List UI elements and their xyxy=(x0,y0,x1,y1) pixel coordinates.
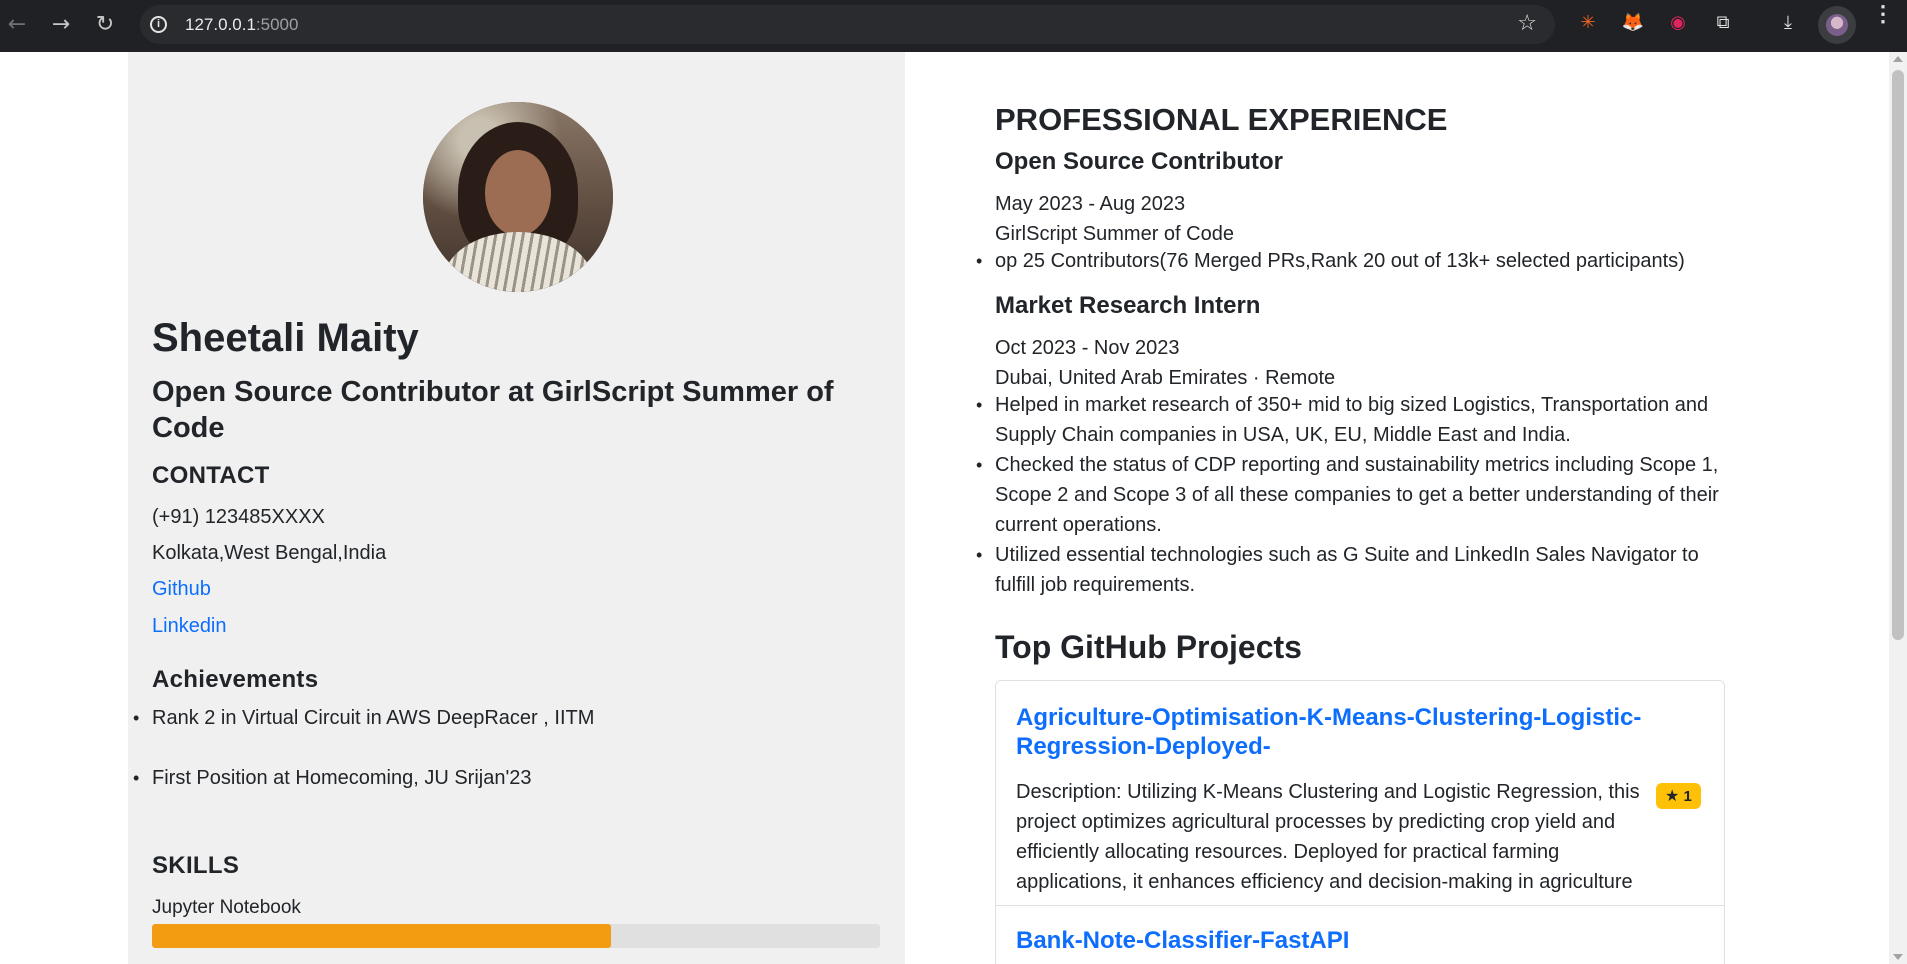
star-count-badge: ★ 1 xyxy=(1656,783,1701,809)
linkedin-link[interactable]: Linkedin xyxy=(152,615,227,638)
profile-avatar[interactable] xyxy=(1818,6,1856,44)
forward-icon[interactable]: → xyxy=(46,10,76,40)
achievement-item: Rank 2 in Virtual Circuit in AWS DeepRac… xyxy=(133,706,852,730)
back-icon[interactable]: ← xyxy=(2,10,32,40)
sidebar: Sheetali Maity Open Source Contributor a… xyxy=(128,52,905,964)
profile-headline: Open Source Contributor at GirlScript Su… xyxy=(152,376,834,444)
job-bullets: Helped in market research of 350+ mid to… xyxy=(976,390,1725,600)
job-title: Market Research Intern xyxy=(995,292,1261,319)
job-bullet: Utilized essential technologies such as … xyxy=(976,540,1725,600)
profile-name: Sheetali Maity xyxy=(152,316,419,360)
star-count: 1 xyxy=(1683,788,1692,805)
job-bullet: Checked the status of CDP reporting and … xyxy=(976,450,1725,540)
bookmark-star-icon[interactable]: ☆ xyxy=(1517,11,1537,36)
contact-heading: CONTACT xyxy=(152,462,270,489)
main-content: PROFESSIONAL EXPERIENCE Open Source Cont… xyxy=(976,52,1725,964)
experience-heading: PROFESSIONAL EXPERIENCE xyxy=(995,102,1448,137)
reload-icon[interactable]: ↻ xyxy=(90,10,120,40)
address-bar[interactable]: i 127.0.0.1:5000 ☆ xyxy=(140,5,1555,44)
job-bullet: op 25 Contributors(76 Merged PRs,Rank 20… xyxy=(976,246,1725,276)
achievements-list: Rank 2 in Virtual Circuit in AWS DeepRac… xyxy=(133,706,852,826)
github-link[interactable]: Github xyxy=(152,578,211,601)
extension-1-icon[interactable]: ✳ xyxy=(1575,10,1601,36)
metamask-icon[interactable]: 🦊 xyxy=(1620,10,1646,36)
menu-icon[interactable]: ⋮ xyxy=(1872,3,1894,42)
job-bullet: Helped in market research of 350+ mid to… xyxy=(976,390,1725,450)
download-icon[interactable]: ⤓ xyxy=(1775,10,1801,36)
url-text[interactable]: 127.0.0.1:5000 xyxy=(185,15,298,35)
profile-photo xyxy=(423,102,613,292)
page-viewport: Sheetali Maity Open Source Contributor a… xyxy=(0,52,1889,964)
skills-heading: SKILLS xyxy=(152,852,240,879)
project-item: Agriculture-Optimisation-K-Means-Cluster… xyxy=(996,681,1724,906)
scroll-up-arrow-icon[interactable] xyxy=(1893,56,1903,62)
url-host: 127.0.0.1 xyxy=(185,15,256,34)
github-projects-heading: Top GitHub Projects xyxy=(995,629,1302,665)
record-icon[interactable]: ◉ xyxy=(1665,10,1691,36)
project-link[interactable]: Agriculture-Optimisation-K-Means-Cluster… xyxy=(1016,703,1696,761)
skill-progress-bar xyxy=(152,924,880,948)
project-link[interactable]: Bank-Note-Classifier-FastAPI xyxy=(1016,926,1696,955)
achievement-item: First Position at Homecoming, JU Srijan'… xyxy=(133,766,852,790)
site-info-icon[interactable]: i xyxy=(150,16,167,33)
achievements-heading: Achievements xyxy=(152,666,319,693)
url-port: :5000 xyxy=(255,15,299,34)
avatar-image xyxy=(1826,14,1848,36)
contact-location: Kolkata,West Bengal,India xyxy=(152,542,387,564)
skill-label: Jupyter Notebook xyxy=(152,897,301,918)
page-scrollbar[interactable] xyxy=(1889,52,1907,964)
contact-phone: (+91) 123485XXXX xyxy=(152,506,325,528)
star-icon: ★ xyxy=(1665,786,1680,805)
job-org: GirlScript Summer of Code xyxy=(995,223,1234,245)
job-title: Open Source Contributor xyxy=(995,148,1283,175)
browser-toolbar: ← → ↻ i 127.0.0.1:5000 ☆ ✳ 🦊 ◉ ⧉ ⤓ ⋮ xyxy=(0,0,1907,52)
job-dates: Oct 2023 - Nov 2023 xyxy=(995,337,1180,359)
puzzle-icon[interactable]: ⧉ xyxy=(1710,10,1736,36)
project-description: Description: Utilizing K-Means Clusterin… xyxy=(1016,781,1640,893)
scroll-thumb[interactable] xyxy=(1892,70,1904,640)
job-bullets: op 25 Contributors(76 Merged PRs,Rank 20… xyxy=(976,246,1725,276)
job-dates: May 2023 - Aug 2023 xyxy=(995,193,1186,215)
skill-progress-fill xyxy=(152,924,611,948)
job-org: Dubai, United Arab Emirates · Remote xyxy=(995,367,1336,389)
scroll-down-arrow-icon[interactable] xyxy=(1893,954,1903,960)
projects-card: Agriculture-Optimisation-K-Means-Cluster… xyxy=(995,680,1725,964)
